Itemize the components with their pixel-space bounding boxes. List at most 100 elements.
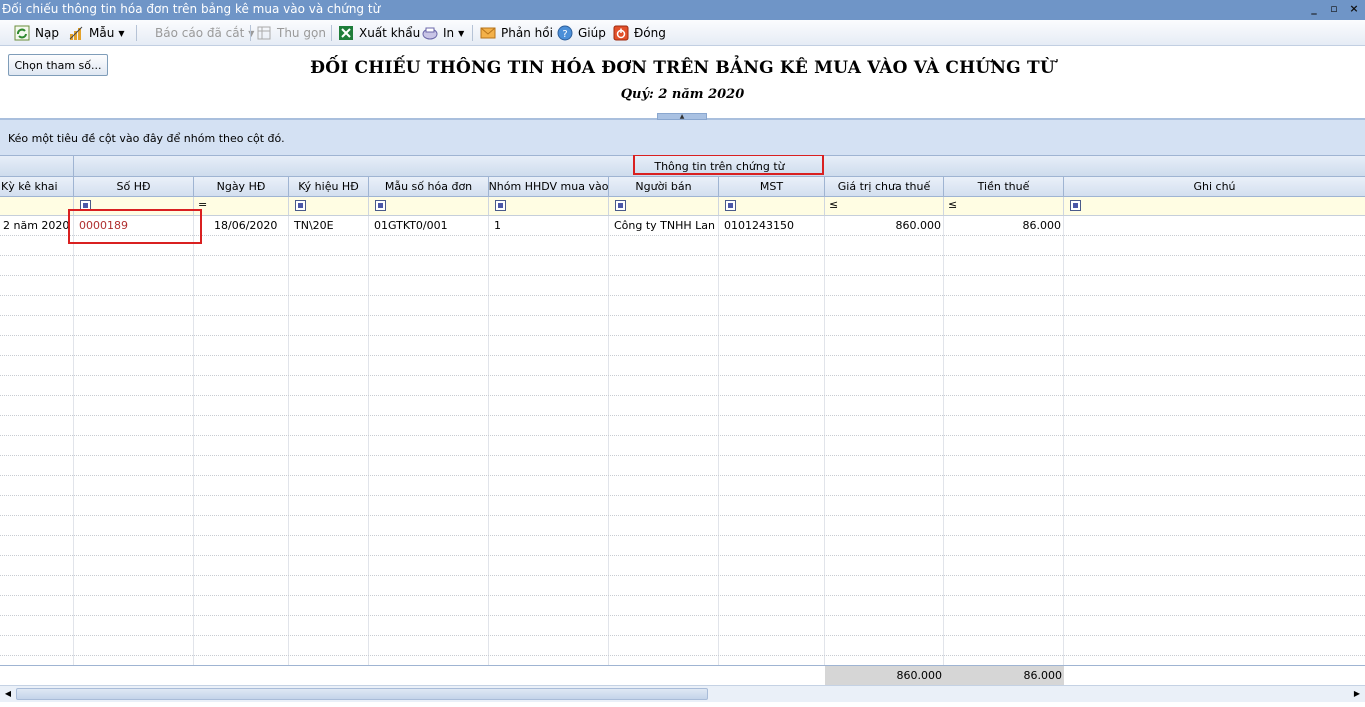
row-divider xyxy=(0,355,1365,356)
cell-nguoi-ban: Công ty TNHH Lan xyxy=(614,219,716,232)
row-divider xyxy=(0,615,1365,616)
totals-footer: 860.000 86.000 xyxy=(0,665,1365,685)
cut-report-button[interactable]: Báo cáo đã cắt ▼ xyxy=(136,24,254,42)
filter-condition-icon[interactable] xyxy=(725,200,736,211)
row-divider xyxy=(0,235,1365,236)
filter-nguoi-ban[interactable] xyxy=(609,197,719,215)
help-icon: ? xyxy=(557,25,573,41)
power-icon xyxy=(613,25,629,41)
print-button[interactable]: In ▼ xyxy=(422,24,464,42)
col-header-mau-so[interactable]: Mẫu số hóa đơn xyxy=(369,177,489,196)
row-divider xyxy=(0,275,1365,276)
col-header-ky-hieu-hd[interactable]: Ký hiệu HĐ xyxy=(289,177,369,196)
filter-mau-so[interactable] xyxy=(369,197,489,215)
cell-gia-tri: 860.000 xyxy=(895,219,942,232)
feedback-label: Phản hồi xyxy=(501,26,553,40)
report-title: ĐỐI CHIẾU THÔNG TIN HÓA ĐƠN TRÊN BẢNG KÊ… xyxy=(310,58,1055,78)
group-by-panel[interactable]: Kéo một tiêu đề cột vào đây để nhóm theo… xyxy=(0,120,1365,155)
col-header-ky-ke-khai[interactable]: Kỳ kê khai xyxy=(0,177,74,196)
filter-gia-tri[interactable]: ≤ xyxy=(825,197,944,215)
minimize-button[interactable]: _ xyxy=(1307,1,1321,17)
col-header-tien-thue[interactable]: Tiền thuế xyxy=(944,177,1064,196)
highlight-invoice-number-box xyxy=(68,209,202,244)
column-header-row: Kỳ kê khai Số HĐ Ngày HĐ Ký hiệu HĐ Mẫu … xyxy=(0,177,1365,197)
cell-ky-hieu-hd: TN\20E xyxy=(294,219,334,232)
total-tien-thue: 86.000 xyxy=(944,666,1064,685)
toolbar: Nạp Mẫu ▼ Báo cáo đã cắt ▼ Thu gọn Xuất … xyxy=(0,20,1365,46)
svg-text:?: ? xyxy=(562,29,567,40)
export-button[interactable]: Xuất khẩu xyxy=(338,24,420,42)
table-row[interactable]: 2 năm 2020 0000189 18/06/2020 TN\20E 01G… xyxy=(0,216,1365,236)
filter-ngay-hd[interactable]: = xyxy=(194,197,289,215)
cut-report-label: Báo cáo đã cắt xyxy=(155,26,245,40)
chevron-down-icon: ▼ xyxy=(118,28,125,38)
close-window-button[interactable]: × xyxy=(1347,1,1361,17)
row-divider xyxy=(0,455,1365,456)
template-icon xyxy=(68,25,84,41)
row-divider xyxy=(0,635,1365,636)
filter-condition-icon[interactable] xyxy=(615,200,626,211)
filter-tien-thue[interactable]: ≤ xyxy=(944,197,1064,215)
row-divider xyxy=(0,415,1365,416)
template-button[interactable]: Mẫu ▼ xyxy=(68,24,124,42)
filter-nhom-hhdv[interactable] xyxy=(489,197,609,215)
band-empty xyxy=(0,156,74,177)
col-header-ngay-hd[interactable]: Ngày HĐ xyxy=(194,177,289,196)
row-divider xyxy=(0,295,1365,296)
scroll-left-icon[interactable]: ◀ xyxy=(2,688,14,700)
filter-condition-icon[interactable] xyxy=(375,200,386,211)
chevron-down-icon: ▼ xyxy=(458,28,465,38)
refresh-button[interactable]: Nạp xyxy=(14,24,59,42)
excel-icon xyxy=(338,25,354,41)
help-label: Giúp xyxy=(578,26,606,40)
row-divider xyxy=(0,655,1365,656)
collapse-label: Thu gọn xyxy=(277,26,326,40)
col-header-so-hd[interactable]: Số HĐ xyxy=(74,177,194,196)
export-label: Xuất khẩu xyxy=(359,26,421,40)
row-divider xyxy=(0,475,1365,476)
highlight-band-box xyxy=(633,155,824,175)
close-label: Đóng xyxy=(634,26,666,40)
close-button[interactable]: Đóng xyxy=(613,24,666,42)
col-header-nhom-hhdv[interactable]: Nhóm HHDV mua vào xyxy=(489,177,609,196)
scrollbar-thumb[interactable] xyxy=(16,688,708,700)
filter-ky-ke-khai[interactable] xyxy=(0,197,74,215)
report-subtitle: Quý: 2 năm 2020 xyxy=(620,87,745,102)
refresh-label: Nạp xyxy=(35,26,59,40)
cell-ngay-hd: 18/06/2020 xyxy=(214,219,278,232)
filter-condition-icon[interactable] xyxy=(295,200,306,211)
print-label: In xyxy=(443,26,455,40)
filter-mst[interactable] xyxy=(719,197,825,215)
total-gia-tri: 860.000 xyxy=(825,666,944,685)
filter-ky-hieu-hd[interactable] xyxy=(289,197,369,215)
collapse-icon xyxy=(256,25,272,41)
row-divider xyxy=(0,595,1365,596)
row-divider xyxy=(0,375,1365,376)
help-button[interactable]: ? Giúp xyxy=(557,24,606,42)
scroll-right-icon[interactable]: ▶ xyxy=(1351,688,1363,700)
col-header-mst[interactable]: MST xyxy=(719,177,825,196)
filter-row: = ≤ ≤ xyxy=(0,197,1365,216)
col-header-gia-tri[interactable]: Giá trị chưa thuế xyxy=(825,177,944,196)
group-by-hint: Kéo một tiêu đề cột vào đây để nhóm theo… xyxy=(8,132,285,145)
row-divider xyxy=(0,255,1365,256)
filter-operator[interactable]: ≤ xyxy=(829,198,838,211)
filter-ghi-chu[interactable] xyxy=(1064,197,1365,215)
feedback-button[interactable]: Phản hồi xyxy=(480,24,553,42)
filter-condition-icon[interactable] xyxy=(1070,200,1081,211)
horizontal-scrollbar[interactable]: ◀ ▶ xyxy=(0,685,1365,702)
col-header-ghi-chu[interactable]: Ghi chú xyxy=(1064,177,1365,196)
cell-mst: 0101243150 xyxy=(724,219,794,232)
row-divider xyxy=(0,575,1365,576)
row-divider xyxy=(0,555,1365,556)
row-divider xyxy=(0,515,1365,516)
window-titlebar: Đối chiếu thông tin hóa đơn trên bảng kê… xyxy=(0,0,1365,20)
filter-condition-icon[interactable] xyxy=(495,200,506,211)
filter-operator[interactable]: ≤ xyxy=(948,198,957,211)
col-header-nguoi-ban[interactable]: Người bán xyxy=(609,177,719,196)
row-divider xyxy=(0,395,1365,396)
restore-button[interactable]: ▫ xyxy=(1327,1,1341,17)
collapse-button[interactable]: Thu gọn xyxy=(256,24,326,42)
row-divider xyxy=(0,535,1365,536)
splitter-grip[interactable]: ▲ xyxy=(657,113,707,120)
